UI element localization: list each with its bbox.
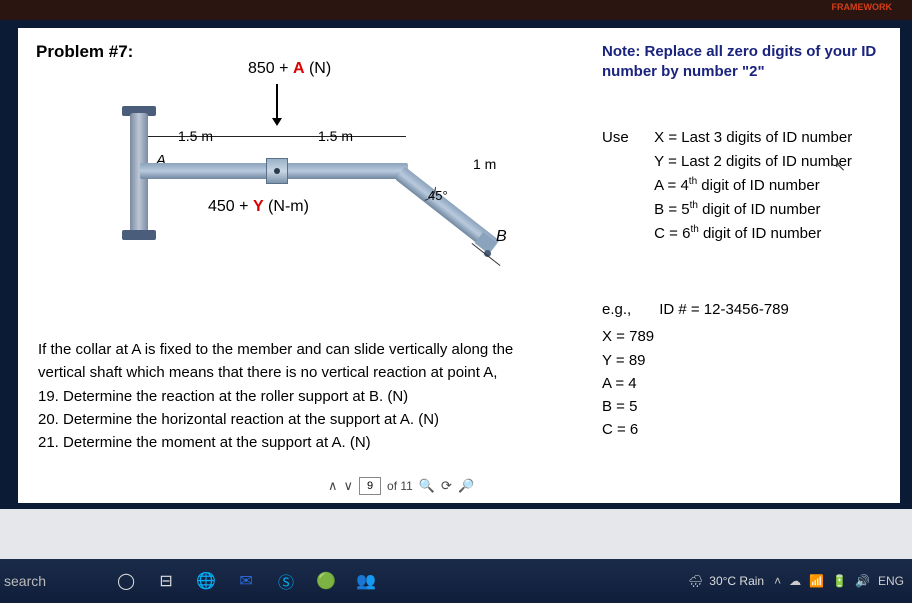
eg-c: C = 6 bbox=[602, 418, 882, 441]
body-line-3: 19. Determine the reaction at the roller… bbox=[38, 385, 568, 408]
note-line1: Note: Replace all zero digits of your ID bbox=[602, 42, 882, 62]
eg-b: B = 5 bbox=[602, 395, 882, 418]
mail-icon[interactable]: ✉ bbox=[232, 567, 260, 595]
force-arrow-icon bbox=[276, 84, 278, 120]
search-doc-icon[interactable]: 🔎 bbox=[458, 478, 474, 494]
page-nav: ∧ ∨ of 11 🔍 ⟳ 🔎 bbox=[328, 477, 474, 495]
angle-label: 45° bbox=[428, 188, 448, 203]
volume-icon[interactable]: 🔊 bbox=[855, 574, 870, 588]
battery-icon[interactable]: 🔋 bbox=[832, 574, 847, 588]
refresh-icon[interactable]: ⟳ bbox=[441, 478, 452, 494]
chrome-icon[interactable]: 🟢 bbox=[312, 567, 340, 595]
framework-label: FRAMEWORK bbox=[832, 2, 893, 12]
teams-icon[interactable]: 👥 bbox=[352, 567, 380, 595]
force-variable: A bbox=[293, 60, 305, 77]
zoom-in-icon[interactable]: 🔍 bbox=[419, 478, 435, 494]
dimension-1-5-right: 1.5 m bbox=[318, 128, 353, 144]
torque-unit: (N-m) bbox=[264, 198, 309, 215]
use-block: Use X = Last 3 digits of ID number Y = L… bbox=[602, 126, 882, 246]
page-current-input[interactable] bbox=[359, 477, 381, 495]
page-prev-button[interactable]: ∧ bbox=[328, 478, 338, 494]
force-label: 850 + A (N) bbox=[248, 60, 331, 78]
force-prefix: 850 + bbox=[248, 60, 293, 77]
weather-icon: 🌧 bbox=[688, 574, 703, 588]
document-page: Problem #7: Note: Replace all zero digit… bbox=[18, 28, 900, 503]
body-line-5: 21. Determine the moment at the support … bbox=[38, 431, 568, 454]
tray-chevron-icon[interactable]: ˄ bbox=[774, 574, 781, 588]
note-block: Note: Replace all zero digits of your ID… bbox=[602, 42, 882, 83]
onedrive-icon[interactable]: ☁ bbox=[789, 574, 801, 588]
body-line-2: vertical shaft which means that there is… bbox=[38, 361, 568, 384]
task-view-icon[interactable]: ⊟ bbox=[152, 567, 180, 595]
use-line-x: X = Last 3 digits of ID number bbox=[654, 126, 874, 150]
weather-widget[interactable]: 🌧 30°C Rain bbox=[688, 574, 764, 588]
eg-y: Y = 89 bbox=[602, 349, 882, 372]
force-unit: (N) bbox=[305, 60, 332, 77]
torque-variable: Y bbox=[253, 198, 264, 215]
joint-pin-icon bbox=[274, 168, 280, 174]
cursor-icon: ↖ bbox=[834, 158, 846, 175]
page-of-label: of 11 bbox=[387, 479, 413, 493]
skype-icon[interactable]: Ⓢ bbox=[272, 567, 300, 595]
window-chrome-bottom bbox=[0, 509, 912, 559]
figure-diagram: 850 + A (N) 1.5 m 1.5 m A 45° 1 m B 450 … bbox=[78, 68, 498, 278]
eg-x: X = 789 bbox=[602, 325, 882, 348]
system-tray[interactable]: ˄ ☁ 📶 🔋 🔊 ENG bbox=[774, 574, 904, 588]
use-label: Use bbox=[602, 126, 650, 150]
eg-a: A = 4 bbox=[602, 372, 882, 395]
note-line2: number by number "2" bbox=[602, 62, 882, 82]
wifi-icon[interactable]: 📶 bbox=[809, 574, 824, 588]
taskbar: search ◯ ⊟ 🌐 ✉ Ⓢ 🟢 👥 🌧 30°C Rain ˄ ☁ 📶 🔋… bbox=[0, 559, 912, 603]
page-next-button[interactable]: ∨ bbox=[344, 478, 354, 494]
eg-label: e.g., bbox=[602, 298, 631, 321]
use-lines: X = Last 3 digits of ID number Y = Last … bbox=[654, 126, 874, 246]
eg-id: ID # = 12-3456-789 bbox=[659, 298, 789, 321]
taskbar-search[interactable]: search bbox=[4, 573, 46, 589]
language-indicator[interactable]: ENG bbox=[878, 574, 904, 588]
torque-label: 450 + Y (N-m) bbox=[208, 198, 309, 216]
support-cap-bottom bbox=[122, 230, 156, 240]
edge-icon[interactable]: 🌐 bbox=[192, 567, 220, 595]
dimension-1m: 1 m bbox=[473, 156, 496, 172]
dimension-1-5-left: 1.5 m bbox=[178, 128, 213, 144]
cortana-circle-icon[interactable]: ◯ bbox=[112, 567, 140, 595]
torque-prefix: 450 + bbox=[208, 198, 253, 215]
example-block: e.g., ID # = 12-3456-789 X = 789 Y = 89 … bbox=[602, 298, 882, 442]
body-line-1: If the collar at A is fixed to the membe… bbox=[38, 338, 568, 361]
weather-text: 30°C Rain bbox=[709, 574, 764, 588]
use-line-b: B = 5th digit of ID number bbox=[654, 198, 874, 222]
problem-body: If the collar at A is fixed to the membe… bbox=[38, 338, 568, 454]
body-line-4: 20. Determine the horizontal reaction at… bbox=[38, 408, 568, 431]
use-line-c: C = 6th digit of ID number bbox=[654, 222, 874, 246]
use-line-a: A = 4th digit of ID number bbox=[654, 174, 874, 198]
